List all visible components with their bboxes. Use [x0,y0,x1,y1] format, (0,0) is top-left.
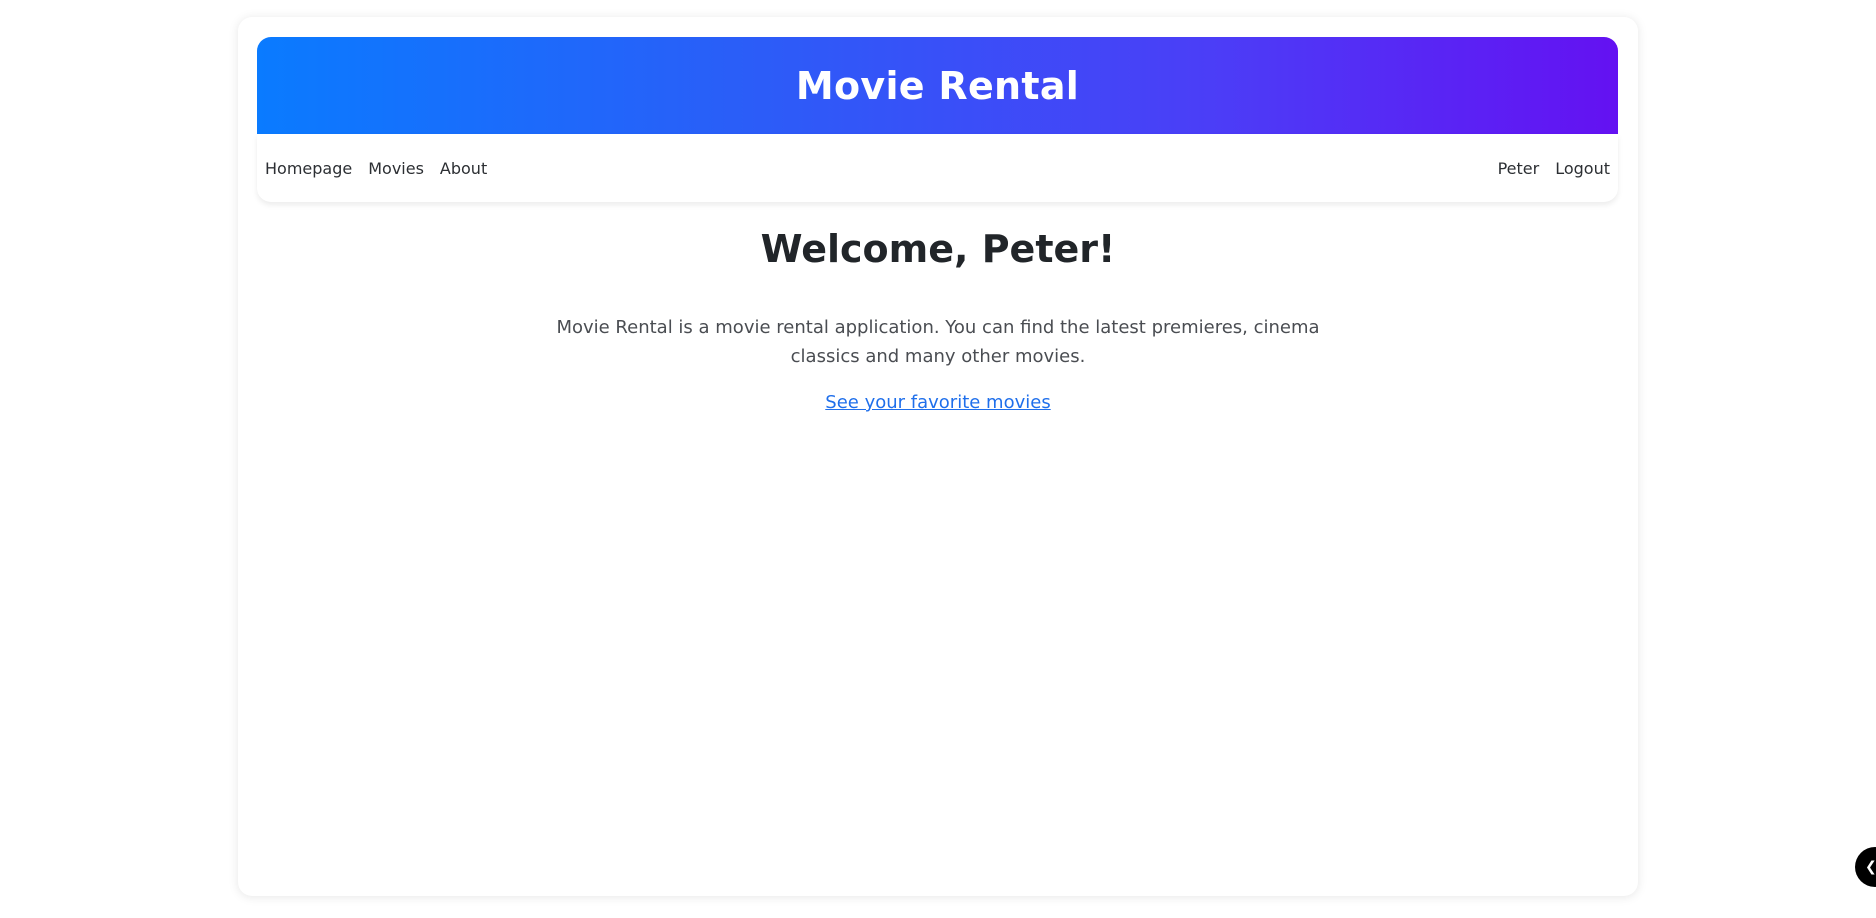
nav-left: Homepage Movies About [265,159,487,178]
navbar: Homepage Movies About Peter Logout [257,134,1618,202]
nav-about[interactable]: About [440,159,487,178]
page-card: Movie Rental Homepage Movies About Peter… [238,17,1638,896]
favorite-movies-link[interactable]: See your favorite movies [825,392,1050,413]
page-title: Welcome, Peter! [760,227,1116,271]
intro-text: Movie Rental is a movie rental applicati… [556,317,1320,367]
user-link[interactable]: Peter [1498,159,1540,178]
chevron-left-icon[interactable]: ❮ [1855,847,1876,887]
nav-homepage[interactable]: Homepage [265,159,352,178]
app-header: Movie Rental [257,37,1618,134]
main-content: Welcome, Peter! Movie Rental is a movie … [238,227,1638,413]
nav-movies[interactable]: Movies [368,159,424,178]
app-title: Movie Rental [795,63,1080,108]
nav-right: Peter Logout [1498,159,1610,178]
logout-link[interactable]: Logout [1555,159,1610,178]
